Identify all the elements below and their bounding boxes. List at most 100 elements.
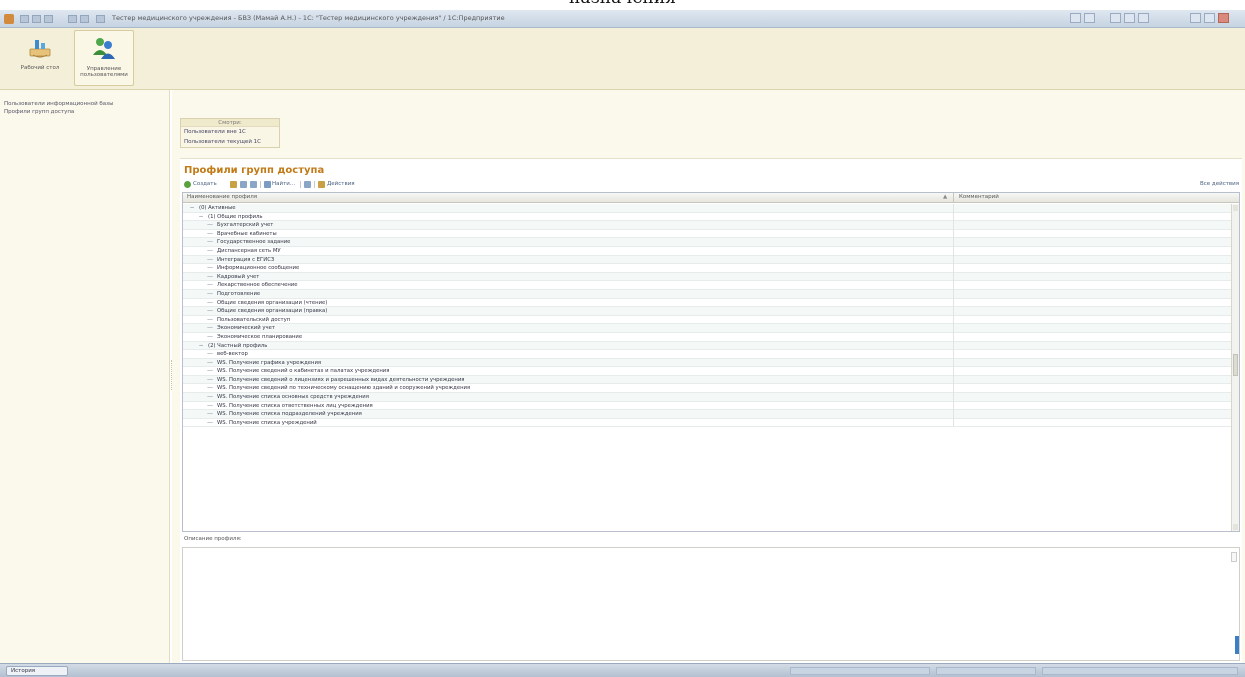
minimize-button[interactable] [1190,13,1201,23]
table-row[interactable]: — Интеграция с ЕГИСЗ [183,255,1231,265]
table-row[interactable]: — WS. Получение списка ответственных лиц … [183,401,1231,411]
column-separator [953,289,954,299]
tree-leaf-icon: — [207,289,213,297]
profile-name-cell: Информационное сообщение [217,265,300,272]
column-separator[interactable] [953,193,954,203]
column-separator [953,350,954,359]
field-resize-handle[interactable] [1235,636,1239,654]
zoom-icon[interactable] [1138,13,1149,23]
vertical-scrollbar[interactable] [1231,204,1239,531]
tree-leaf-icon: — [207,324,213,332]
work-area: Смотри: Пользователи вне 1С Пользователи… [172,90,1245,663]
table-row[interactable]: — Государственное задание [183,238,1231,247]
table-row[interactable]: — Кадровый учет [183,272,1231,282]
table-row[interactable]: − (2) Частный профиль [183,341,1231,351]
calculator-icon[interactable] [1084,13,1095,23]
tree-toggle-icon[interactable]: − [198,213,204,220]
info-icon[interactable] [1110,13,1121,23]
navigation-panel: Пользователи информационной базы Профили… [0,90,170,663]
scrollbar-thumb[interactable] [1233,354,1238,376]
app-icon[interactable] [4,14,14,24]
table-row[interactable]: — WS. Получение сведений по техническому … [183,384,1231,394]
profile-name-cell: веб-вектор [217,351,248,358]
home-icon[interactable] [96,15,105,23]
tree-toggle-icon[interactable]: − [189,205,195,211]
tree-toggle-icon[interactable]: − [198,342,204,349]
user-management-section-button[interactable]: Управление пользователями [74,30,134,86]
column-separator [953,307,954,316]
table-row[interactable]: − (0) Активные [183,204,1231,213]
table-row[interactable]: — Пользовательский доступ [183,315,1231,325]
quick-access-icon[interactable] [44,15,53,23]
table-row[interactable]: — WS. Получение графика учреждения [183,358,1231,368]
mark-delete-icon[interactable] [250,181,257,188]
table-row[interactable]: — Диспансерная сеть МУ [183,246,1231,256]
open-window-tab[interactable] [790,667,930,675]
table-row[interactable]: — Экономический учет [183,324,1231,333]
all-actions-button[interactable]: Все действия [1200,180,1239,189]
table-row[interactable]: — WS. Получение списка подразделений учре… [183,410,1231,419]
table-row[interactable]: — Врачебные кабинеты [183,229,1231,239]
history-button[interactable]: История [6,666,68,676]
nav-item-infobase-users[interactable]: Пользователи информационной базы [0,100,169,108]
create-button[interactable]: Создать [193,180,217,189]
table-row[interactable]: — Общие сведения организации (правка) [183,307,1231,316]
table-row[interactable]: — Общие сведения организации (чтение) [183,298,1231,308]
profile-name-cell: WS. Получение списка подразделений учреж… [217,411,362,418]
desktop-section-button[interactable]: Рабочий стол [10,30,70,86]
quick-access-icon[interactable] [32,15,41,23]
open-window-tab[interactable] [1042,667,1238,675]
tree-leaf-icon: — [207,264,213,272]
column-separator [953,238,954,247]
table-row[interactable]: — Информационное сообщение [183,264,1231,273]
copy-icon[interactable] [240,181,247,188]
see-also-link[interactable]: Пользователи текущей 1С [181,137,279,147]
scroll-down-arrow-icon[interactable] [1233,524,1238,530]
see-also-link[interactable]: Пользователи вне 1С [181,127,279,137]
table-row[interactable]: — веб-вектор [183,350,1231,359]
back-icon[interactable] [68,15,77,23]
column-separator [953,272,954,282]
desktop-icon [29,40,51,58]
window-title: Тестер медицинского учреждения - БВЗ (Ма… [112,14,505,22]
maximize-button[interactable] [1204,13,1215,23]
memory-icon[interactable] [1124,13,1135,23]
table-row[interactable]: — WS. Получение сведений о лицензиях и ра… [183,375,1231,385]
column-separator [953,341,954,351]
hierarchy-icon[interactable] [304,181,311,188]
open-window-tab[interactable] [936,667,1036,675]
profile-description-field[interactable] [182,547,1240,661]
table-row[interactable]: − (1) Общие профиль [183,212,1231,222]
column-separator [953,375,954,385]
tree-leaf-icon: — [207,332,213,340]
table-row[interactable]: — WS. Получение списка учреждений [183,418,1231,428]
find-button[interactable]: Найти... [272,180,295,189]
profile-name-cell: Бухгалтерский учет [217,222,274,229]
table-row[interactable]: — Лекарственное обеспечение [183,281,1231,290]
edit-icon[interactable] [230,181,237,188]
column-header-name[interactable]: Наименование профиля [187,194,257,200]
actions-menu-button[interactable]: Действия [327,180,355,189]
table-row[interactable]: — WS. Получение сведений о кабинетах и па… [183,367,1231,376]
field-scroll-icon[interactable] [1231,552,1237,562]
column-separator [953,418,954,428]
calendar-icon[interactable] [1070,13,1081,23]
quick-access-icon[interactable] [20,15,29,23]
column-separator [953,324,954,333]
table-row[interactable]: — Экономическое планирование [183,332,1231,342]
section-panel: Рабочий стол Управление пользователями [0,28,1245,90]
profile-name-cell: Экономический учет [217,325,275,332]
profile-name-cell: WS. Получение сведений о кабинетах и пал… [217,368,390,375]
close-button[interactable] [1218,13,1229,23]
access-profiles-form: Профили групп доступа Создать Найти... Д… [180,158,1242,663]
tree-leaf-icon: — [207,246,213,254]
column-separator [953,281,954,290]
profile-name-cell: (2) Частный профиль [208,342,268,349]
forward-icon[interactable] [80,15,89,23]
table-row[interactable]: — WS. Получение списка основных средств у… [183,393,1231,402]
scroll-up-arrow-icon[interactable] [1233,205,1238,211]
table-row[interactable]: — Подготовление [183,289,1231,299]
nav-item-access-group-profiles[interactable]: Профили групп доступа [0,108,169,116]
table-row[interactable]: — Бухгалтерский учет [183,221,1231,230]
column-header-comment[interactable]: Комментарий [959,194,999,200]
